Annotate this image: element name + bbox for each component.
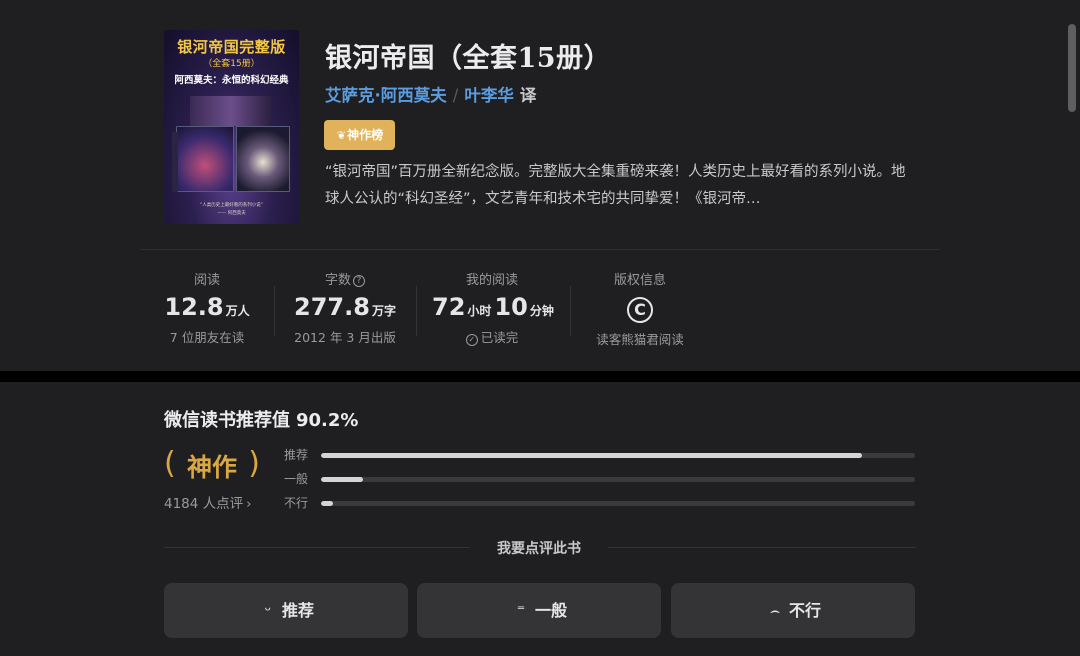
- masterpiece-badge: ( 神作 ): [164, 442, 260, 486]
- section-gap: [0, 371, 1080, 382]
- cover-author-line: 阿西莫夫：永恒的科幻经典: [174, 75, 289, 86]
- check-circle-icon: ✓: [465, 334, 478, 346]
- book-description[interactable]: “银河帝国”百万册全新纪念版。完整版大全集重磅来袭！人类历史上最好看的系列小说。…: [325, 159, 917, 213]
- translator-suffix: 译: [519, 86, 537, 105]
- divider: [164, 547, 470, 548]
- masterpiece-list-badge[interactable]: ❦神作榜: [324, 120, 395, 150]
- stat-my-reading: 我的阅读 72 小时 10 分钟 ✓ 已读完: [432, 273, 554, 346]
- translator-link[interactable]: 叶李华: [464, 86, 514, 105]
- scrollbar-thumb[interactable]: [1068, 24, 1076, 112]
- laurel-left-icon: ❦: [336, 129, 347, 142]
- rating-bar-average: 一般: [284, 470, 916, 488]
- rating-bar-recommend: 推荐: [284, 446, 916, 464]
- publisher: 读客熊猫君阅读: [596, 332, 684, 347]
- copyright-icon: C: [627, 297, 653, 323]
- recommend-button[interactable]: ᵕ 推荐: [164, 583, 408, 638]
- friends-reading[interactable]: 7 位朋友在读: [164, 327, 250, 346]
- stat-reads: 阅读 12.8 万人 7 位朋友在读: [164, 273, 250, 346]
- author-separator: /: [452, 86, 459, 105]
- help-icon[interactable]: ?: [353, 275, 365, 287]
- divider: [608, 547, 916, 548]
- divider: [140, 249, 940, 250]
- neutral-face-icon: ⁼: [516, 601, 526, 620]
- author-line: 艾萨克·阿西莫夫 / 叶李华译: [325, 82, 536, 106]
- stat-divider: [570, 286, 571, 336]
- bad-button[interactable]: ⌢ 不行: [671, 583, 915, 638]
- frown-icon: ⌢: [769, 601, 781, 620]
- book-info-panel: 银河帝国完整版 （全套15册） 阿西莫夫：永恒的科幻经典 “人类历史上最好看的系…: [0, 0, 1080, 371]
- cover-subtitle: （全套15册）: [203, 59, 260, 69]
- stat-divider: [416, 286, 417, 336]
- stat-copyright[interactable]: 版权信息 C 读客熊猫君阅读: [588, 269, 692, 348]
- write-review-label: 我要点评此书: [497, 541, 581, 557]
- chevron-right-icon: ›: [246, 496, 252, 512]
- book-title: 银河帝国（全套15册）: [325, 43, 612, 74]
- rating-bar-bad: 不行: [284, 494, 916, 512]
- publish-date: 2012 年 3 月出版: [294, 330, 396, 345]
- book-cover[interactable]: 银河帝国完整版 （全套15册） 阿西莫夫：永恒的科幻经典 “人类历史上最好看的系…: [164, 30, 299, 224]
- review-count-link[interactable]: 4184 人点评 ›: [164, 492, 252, 512]
- rating-panel: 微信读书推荐值 90.2% ( 神作 ) 4184 人点评 › 推荐 一般 不行 我…: [0, 382, 1080, 656]
- author-link[interactable]: 艾萨克·阿西莫夫: [325, 86, 447, 105]
- recommend-title: 微信读书推荐值 90.2%: [164, 410, 359, 431]
- laurel-right-icon: ): [248, 446, 260, 481]
- stat-words: 字数? 277.8 万字 2012 年 3 月出版: [292, 269, 398, 346]
- cover-quote: “人类历史上最好看的系列小说” —— 阿西莫夫: [199, 203, 264, 216]
- recommend-percent: 90.2%: [296, 410, 359, 431]
- cover-title: 银河帝国完整版: [177, 38, 286, 56]
- average-button[interactable]: ⁼ 一般: [417, 583, 661, 638]
- stat-divider: [274, 286, 275, 336]
- cover-book-stack: [172, 92, 292, 202]
- smile-icon: ᵕ: [264, 601, 272, 620]
